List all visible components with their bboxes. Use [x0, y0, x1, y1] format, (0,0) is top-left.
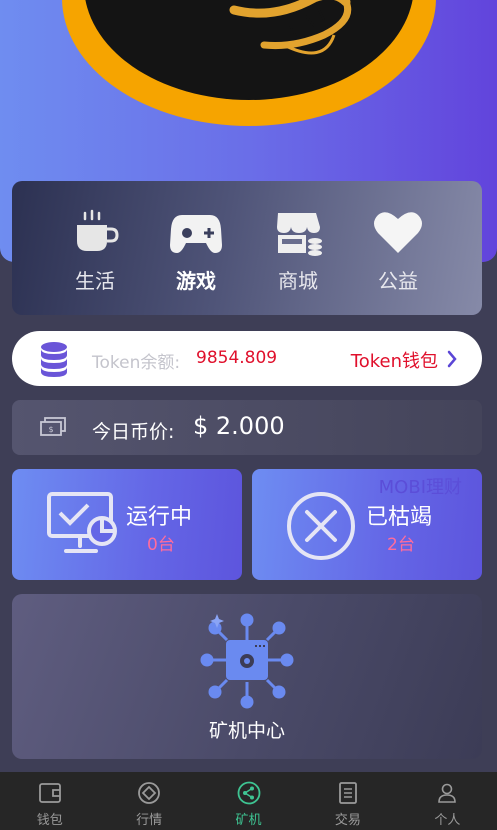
miner-center-card[interactable]: 矿机中心: [12, 594, 482, 759]
category-label: 商城: [278, 269, 318, 293]
tab-label: 行情: [136, 813, 163, 828]
share-nodes-icon: [237, 781, 260, 805]
category-game[interactable]: 游戏: [156, 209, 236, 294]
token-balance-label: Token余额:: [92, 353, 181, 373]
coin-stack-icon: [41, 342, 67, 377]
tab-label: 交易: [334, 813, 361, 828]
running-title: 运行中: [126, 505, 193, 530]
today-price-bar: $ 今日币价: $ 2.000: [12, 400, 482, 455]
logo: [84, 0, 414, 100]
tab-trade[interactable]: 交易: [298, 772, 397, 830]
category-label: 游戏: [176, 269, 216, 293]
tab-label: 钱包: [36, 813, 63, 828]
monitor-check-icon: [47, 492, 117, 553]
close-circle-icon: [287, 492, 355, 560]
svg-text:$: $: [48, 425, 53, 434]
depleted-count: 2台: [387, 535, 415, 555]
watermark: MOBI理财: [378, 477, 462, 498]
chevron-right-icon[interactable]: [447, 350, 457, 368]
category-life[interactable]: 生活: [55, 209, 135, 294]
depleted-title: 已枯竭: [366, 505, 433, 530]
tab-market[interactable]: 行情: [99, 772, 198, 830]
coffee-cup-icon: [77, 209, 119, 251]
token-wallet-link[interactable]: Token钱包: [351, 347, 438, 373]
user-icon: [438, 783, 457, 803]
tab-label: 个人: [434, 813, 461, 828]
category-charity[interactable]: 公益: [358, 209, 438, 294]
cash-icon: $: [40, 417, 66, 436]
category-label: 公益: [378, 269, 418, 293]
price-label: 今日币价:: [92, 421, 175, 443]
bottom-tab-bar: 钱包 行情 矿机 交易 个人: [0, 772, 497, 830]
wallet-icon: [38, 783, 61, 803]
tab-wallet[interactable]: 钱包: [0, 772, 99, 830]
store-icon: [277, 213, 322, 256]
category-panel: 生活 游戏 商城 公益: [12, 181, 482, 315]
category-label: 生活: [75, 269, 115, 293]
chip-network-icon: [200, 613, 294, 709]
tab-label: 矿机: [235, 813, 262, 828]
gamepad-icon: [170, 215, 222, 253]
running-machines-card[interactable]: 运行中 0台: [12, 469, 242, 580]
document-icon: [339, 782, 357, 804]
tab-miner[interactable]: 矿机: [199, 772, 298, 830]
running-count: 0台: [147, 535, 175, 555]
miner-center-label: 矿机中心: [208, 720, 285, 742]
token-balance-bar[interactable]: Token余额: 9854.809 Token钱包: [12, 331, 482, 386]
market-icon: [138, 782, 161, 804]
tab-profile[interactable]: 个人: [398, 772, 497, 830]
category-store[interactable]: 商城: [258, 209, 338, 294]
price-value: $ 2.000: [193, 412, 285, 440]
token-balance-value: 9854.809: [196, 348, 278, 368]
heart-icon: [374, 212, 422, 253]
